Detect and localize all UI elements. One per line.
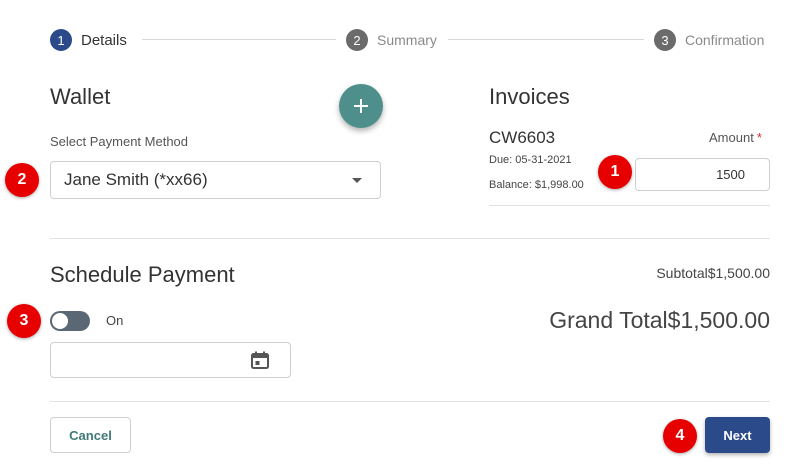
annotation-badge-1: 1 [598, 155, 632, 189]
payment-method-value: Jane Smith (*xx66) [64, 170, 208, 189]
step-summary[interactable]: 2 Summary [346, 29, 437, 51]
dropdown-caret-icon [352, 178, 362, 183]
next-button[interactable]: Next [705, 417, 770, 453]
step-number: 1 [50, 29, 72, 51]
stepper-connector-2 [448, 39, 644, 40]
amount-label-text: Amount [709, 130, 754, 145]
plus-icon [354, 99, 368, 113]
required-mark: * [756, 130, 762, 145]
schedule-toggle[interactable] [50, 311, 90, 331]
schedule-payment-title: Schedule Payment [50, 262, 235, 287]
invoice-divider [489, 205, 770, 206]
step-label: Details [81, 31, 127, 49]
amount-input[interactable] [635, 158, 770, 191]
grand-total: Grand Total$1,500.00 [549, 307, 770, 333]
annotation-badge-3: 3 [7, 304, 41, 338]
step-label: Confirmation [685, 32, 765, 48]
invoice-id: CW6603 [489, 128, 556, 147]
step-number: 3 [654, 29, 676, 51]
toggle-knob [52, 313, 68, 329]
invoices-title: Invoices [489, 84, 570, 109]
step-label: Summary [377, 32, 437, 48]
subtotal: Subtotal$1,500.00 [656, 265, 770, 281]
section-divider [50, 238, 770, 239]
step-confirmation[interactable]: 3 Confirmation [654, 29, 764, 51]
calendar-icon[interactable] [251, 351, 269, 369]
invoice-due-date: Due: 05-31-2021 [489, 154, 572, 166]
add-payment-method-button[interactable] [339, 84, 383, 128]
wallet-title: Wallet [50, 84, 111, 109]
footer-divider [50, 401, 770, 402]
annotation-badge-2: 2 [5, 163, 39, 197]
schedule-toggle-label: On [106, 313, 124, 328]
step-number: 2 [346, 29, 368, 51]
stepper-connector-1 [142, 39, 336, 40]
payment-method-select[interactable]: Jane Smith (*xx66) [50, 161, 381, 199]
amount-label: Amount * [709, 130, 762, 145]
step-details[interactable]: 1 Details [50, 29, 127, 51]
cancel-button[interactable]: Cancel [50, 417, 131, 453]
invoice-balance: Balance: $1,998.00 [489, 179, 584, 191]
payment-method-label: Select Payment Method [50, 134, 189, 149]
annotation-badge-4: 4 [663, 419, 697, 453]
